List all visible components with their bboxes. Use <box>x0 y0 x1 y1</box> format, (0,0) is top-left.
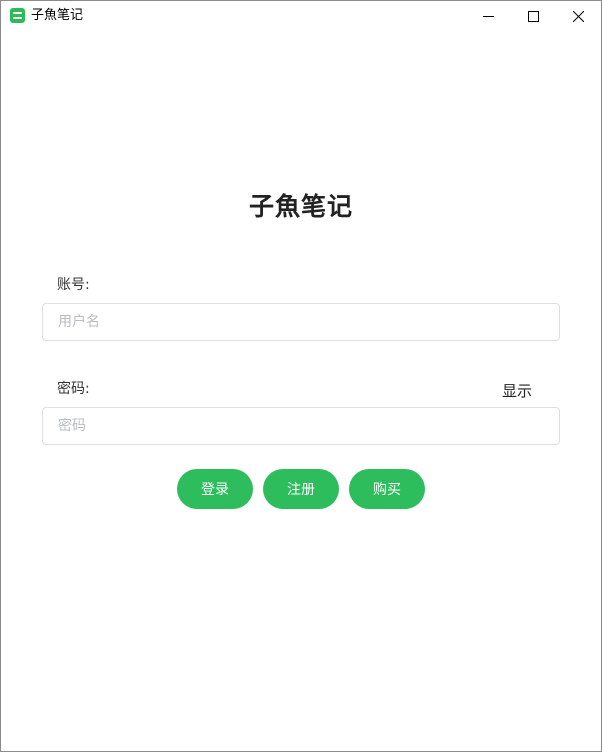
app-logo-icon <box>10 8 25 23</box>
password-label: 密码: <box>57 381 90 397</box>
maximize-button[interactable] <box>510 1 556 31</box>
title-bar[interactable]: 子魚笔记 <box>1 1 601 31</box>
app-window: 子魚笔记 子魚笔记 账号: 密码: 显示 登录 注册 购买 <box>0 0 602 752</box>
account-label: 账号: <box>57 277 90 293</box>
register-button[interactable]: 注册 <box>263 469 339 509</box>
page-title: 子魚笔记 <box>248 192 353 221</box>
close-button[interactable] <box>555 1 601 31</box>
login-button[interactable]: 登录 <box>177 469 253 509</box>
minimize-button[interactable] <box>465 1 511 31</box>
buy-button[interactable]: 购买 <box>349 469 425 509</box>
password-input[interactable] <box>42 407 560 445</box>
minimize-icon <box>482 15 494 17</box>
username-input[interactable] <box>42 303 560 341</box>
show-password-toggle[interactable]: 显示 <box>502 380 532 401</box>
maximize-icon <box>527 10 539 22</box>
close-icon <box>572 10 584 22</box>
window-title: 子魚笔记 <box>31 8 84 23</box>
